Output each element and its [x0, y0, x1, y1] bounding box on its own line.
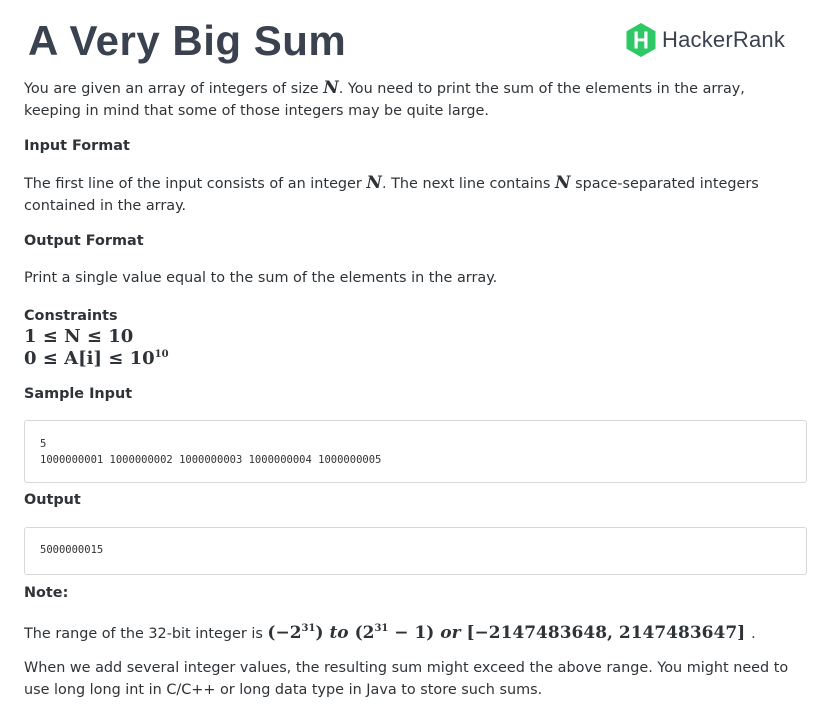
- input-format-text-4: contained in the array.: [24, 198, 187, 214]
- constraint-n: 1 ≤ N ≤ 10: [24, 326, 134, 347]
- math-word: or: [440, 623, 461, 643]
- hackerrank-hexagon-icon: [625, 22, 657, 58]
- math-part: − 1): [388, 623, 435, 643]
- math-exponent: 31: [374, 623, 389, 634]
- sample-input-box: 5 1000000001 1000000002 1000000003 10000…: [24, 420, 807, 483]
- output-format-heading: Output Format: [24, 233, 144, 249]
- note-range-text: The range of the 32-bit integer is: [24, 626, 263, 642]
- input-format-heading: Input Format: [24, 138, 130, 154]
- constraints-heading: Constraints: [24, 308, 118, 324]
- math-range: (−231) to (231 − 1) or [−2147483648, 214…: [267, 623, 751, 643]
- math-var-n: N: [554, 173, 571, 193]
- constraint-a-text: 0 ≤ A[i] ≤ 10: [24, 348, 155, 369]
- page-title: A Very Big Sum: [28, 17, 347, 64]
- sample-input-line: 1000000001 1000000002 1000000003 1000000…: [40, 454, 382, 466]
- brand-name: HackerRank: [662, 27, 786, 52]
- sample-output-line: 5000000015: [40, 544, 104, 556]
- sample-input-heading: Sample Input: [24, 386, 133, 402]
- problem-statement: You are given an array of integers of si…: [24, 75, 807, 701]
- note-paragraph: When we add several integer values, the …: [24, 657, 807, 701]
- math-part: (−2: [267, 623, 302, 643]
- input-format-text-2: . The next line contains: [381, 176, 551, 192]
- math-word: to: [329, 623, 349, 643]
- intro-paragraph: You are given an array of integers of si…: [24, 77, 807, 122]
- sample-output-heading: Output: [24, 492, 81, 508]
- math-part: (2: [354, 623, 375, 643]
- output-format-paragraph: Print a single value equal to the sum of…: [24, 270, 498, 286]
- note-text-2: use long long int in C/C++ or long data …: [24, 682, 543, 698]
- intro-text-2: . You need to print the sum of the eleme…: [338, 81, 745, 97]
- note-range-end: .: [751, 626, 756, 642]
- input-format-paragraph: The first line of the input consists of …: [24, 172, 807, 217]
- intro-text: You are given an array of integers of si…: [24, 81, 319, 97]
- header: A Very Big Sum HackerRank: [0, 0, 827, 78]
- input-format-text-3: space-separated integers: [575, 176, 759, 192]
- math-var-n: N: [366, 173, 382, 193]
- hackerrank-logo[interactable]: HackerRank: [625, 22, 785, 58]
- math-var-n: N: [323, 78, 339, 98]
- note-text: When we add several integer values, the …: [24, 660, 789, 676]
- constraint-a-exponent: 10: [154, 349, 169, 360]
- math-exponent: 31: [301, 623, 316, 634]
- note-heading: Note:: [24, 585, 69, 601]
- note-range-paragraph: The range of the 32-bit integer is (−231…: [24, 620, 807, 647]
- constraint-a: 0 ≤ A[i] ≤ 1010: [24, 348, 807, 370]
- input-format-text: The first line of the input consists of …: [24, 176, 362, 192]
- sample-output-box: 5000000015: [24, 527, 807, 575]
- math-part: [−2147483648, 2147483647]: [466, 623, 746, 643]
- sample-input-line: 5: [40, 438, 47, 450]
- math-part: ): [315, 623, 324, 643]
- intro-text-3: keeping in mind that some of those integ…: [24, 103, 489, 119]
